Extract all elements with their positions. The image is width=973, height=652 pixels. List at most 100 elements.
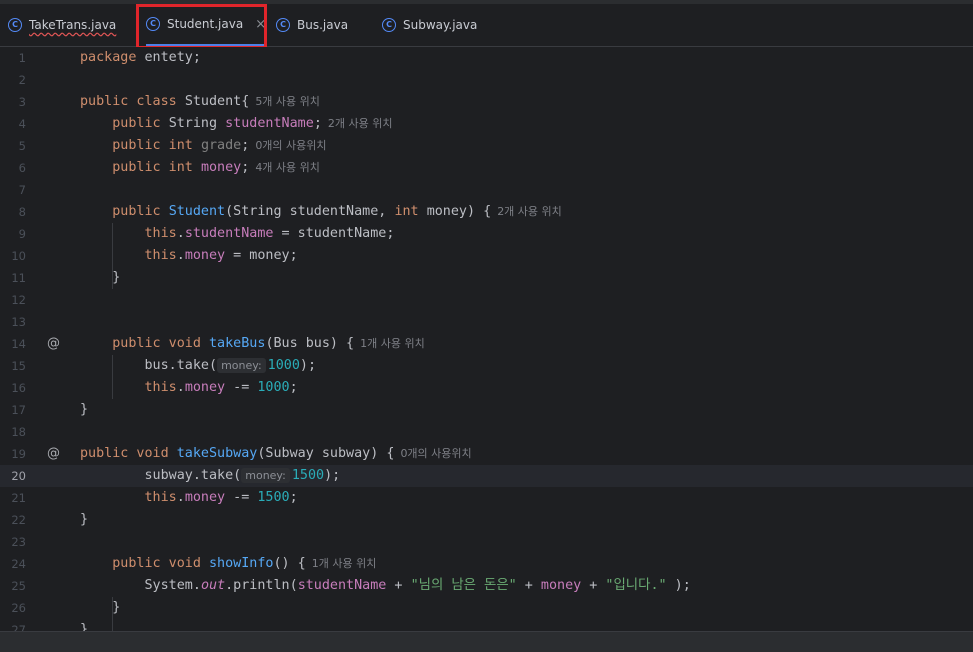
code-text: subway.take(money: 1500); (80, 465, 340, 487)
line-number: 8 (18, 205, 26, 219)
code-token: money (200, 160, 242, 175)
parameter-hint: money: (217, 358, 266, 373)
line-number: 6 (18, 161, 26, 175)
line-number: 22 (11, 513, 26, 527)
code-line[interactable]: 27} (0, 619, 973, 631)
tab-bus[interactable]: C Bus.java (276, 4, 348, 46)
usages-inlay-hint[interactable]: 2개 사용 위치 (328, 117, 393, 130)
line-number: 25 (11, 579, 26, 593)
code-line[interactable]: 12 (0, 289, 973, 311)
code-token: (Bus bus) { (265, 336, 355, 351)
tab-label: Bus.java (297, 18, 349, 32)
code-line[interactable]: 2 (0, 69, 973, 91)
code-line[interactable]: 7 (0, 179, 973, 201)
code-token: public (112, 204, 169, 219)
code-line[interactable]: 18 (0, 421, 973, 443)
code-line[interactable]: 9 this.studentName = studentName; (0, 223, 973, 245)
code-line[interactable]: 22} (0, 509, 973, 531)
line-number: 14 (11, 337, 26, 351)
code-token: 1000 (257, 380, 290, 395)
code-line[interactable]: 13 (0, 311, 973, 333)
close-icon[interactable]: × (255, 17, 266, 32)
code-line[interactable]: 11 } (0, 267, 973, 289)
code-line[interactable]: 3 public class Student{5개 사용 위치 (0, 91, 973, 113)
parameter-hint: money: (241, 468, 290, 483)
code-token: ); (299, 358, 317, 373)
code-line[interactable]: 10 this.money = money; (0, 245, 973, 267)
code-line[interactable]: 23 (0, 531, 973, 553)
implementation-at-icon[interactable]: @ (47, 443, 60, 465)
code-token: bus.take( (80, 358, 218, 373)
code-token: showInfo (209, 556, 274, 571)
implementation-at-icon[interactable]: @ (47, 333, 60, 355)
usages-inlay-hint[interactable]: 1개 사용 위치 (360, 337, 425, 350)
code-token: this (144, 226, 177, 241)
code-editor[interactable]: 1 package entety; 2 3 public class Student{5… (0, 47, 973, 631)
line-number: 24 (11, 557, 26, 571)
tab-taketrans[interactable]: C TakeTrans.java (8, 4, 116, 46)
code-token: this (144, 380, 177, 395)
usages-inlay-hint[interactable]: 0개의 사용위치 (400, 447, 471, 460)
code-line[interactable]: 20 subway.take(money: 1500); (0, 465, 973, 487)
line-number: 17 (11, 403, 26, 417)
code-text: } (80, 509, 88, 531)
tab-label: Student.java (167, 17, 244, 31)
usages-inlay-hint[interactable]: 2개 사용 위치 (497, 205, 562, 218)
code-token: () { (273, 556, 306, 571)
code-token: + (581, 578, 606, 593)
code-line[interactable]: 5 public int grade; 0개의 사용위치 (0, 135, 973, 157)
code-line[interactable]: 26 } (0, 597, 973, 619)
code-text: public void showInfo() {1개 사용 위치 (80, 553, 376, 575)
code-token: } (80, 512, 89, 527)
line-number: 11 (11, 271, 26, 285)
code-token: package (80, 50, 145, 65)
code-line[interactable]: 16 this.money -= 1000; (0, 377, 973, 399)
tab-student[interactable]: C Student.java × (146, 4, 267, 46)
code-token: ); (666, 578, 691, 593)
code-token: } (80, 622, 89, 631)
code-token: "님의 남은 돈은" (410, 578, 517, 593)
line-number: 26 (11, 601, 26, 615)
code-token: .println( (225, 578, 298, 593)
code-line[interactable]: 14 @ public void takeBus(Bus bus) {1개 사용 … (0, 333, 973, 355)
code-line[interactable]: 21 this.money -= 1500; (0, 487, 973, 509)
code-line[interactable]: 4 public String studentName; 2개 사용 위치 (0, 113, 973, 135)
code-token: = studentName; (273, 226, 395, 241)
line-number: 15 (11, 359, 26, 373)
usages-inlay-hint[interactable]: 1개 사용 위치 (312, 557, 377, 570)
code-token: out (200, 578, 226, 593)
code-token: 1000 (267, 358, 300, 373)
usages-inlay-hint[interactable]: 5개 사용 위치 (255, 95, 320, 108)
line-number: 9 (18, 227, 26, 241)
code-token: 1500 (257, 490, 290, 505)
code-token: ; (241, 138, 250, 153)
code-line[interactable]: 1 package entety; (0, 47, 973, 69)
tab-subway[interactable]: C Subway.java (382, 4, 477, 46)
code-token: } (80, 600, 121, 615)
code-token: . (176, 248, 185, 263)
code-line[interactable]: 8 public Student(String studentName, int… (0, 201, 973, 223)
code-line[interactable]: 19 @ public void takeSubway(Subway subway)… (0, 443, 973, 465)
usages-inlay-hint[interactable]: 0개의 사용위치 (255, 139, 326, 152)
line-number: 16 (11, 381, 26, 395)
code-token: String (168, 116, 226, 131)
code-token: ; (313, 116, 322, 131)
line-number: 23 (11, 535, 26, 549)
line-number: 27 (11, 623, 26, 631)
code-line[interactable]: 6 public int money; 4개 사용 위치 (0, 157, 973, 179)
tab-label: TakeTrans.java (29, 18, 117, 32)
class-icon: C (382, 18, 396, 32)
code-token: public (112, 116, 169, 131)
code-token: takeSubway (176, 446, 258, 461)
code-token: } (80, 270, 121, 285)
line-number: 3 (18, 95, 26, 109)
code-line[interactable]: 17} (0, 399, 973, 421)
code-line[interactable]: 24 public void showInfo() {1개 사용 위치 (0, 553, 973, 575)
code-line[interactable]: 25 System.out.println(studentName + "님의 … (0, 575, 973, 597)
code-text: } (80, 597, 120, 619)
code-line[interactable]: 15 bus.take(money: 1000); (0, 355, 973, 377)
usages-inlay-hint[interactable]: 4개 사용 위치 (255, 161, 320, 174)
